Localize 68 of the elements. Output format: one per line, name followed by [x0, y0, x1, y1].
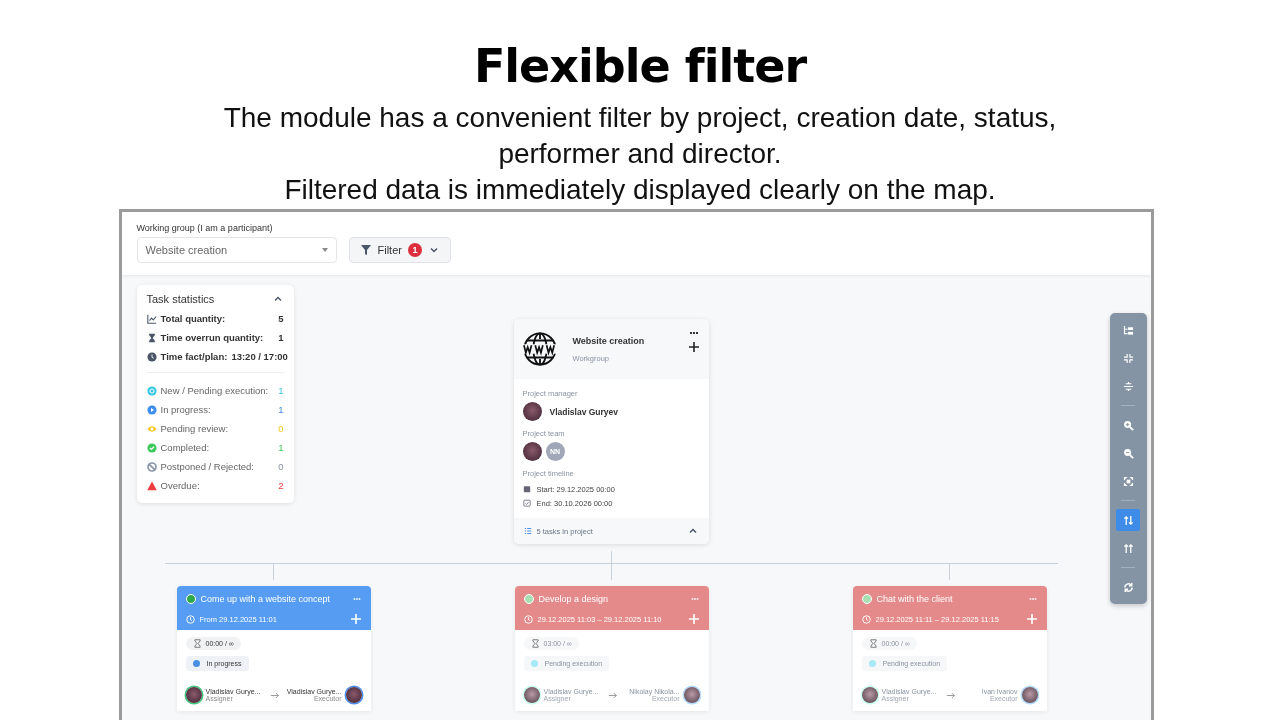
arrow-icon: [946, 691, 957, 699]
avatar: [523, 687, 540, 703]
status-count: 1: [278, 404, 284, 415]
task-title: Come up with a website concept: [200, 594, 332, 604]
working-group-select[interactable]: Website creation: [136, 237, 337, 263]
sort-down-icon: [1122, 514, 1134, 526]
description-text: Filtered data is immediately displayed clearly on the map.: [283, 173, 997, 207]
chart-icon: [146, 313, 157, 324]
calendar-icon: [522, 485, 531, 493]
status-count: 1: [278, 442, 284, 453]
status-count: 2: [278, 480, 284, 491]
avatar: [1021, 687, 1038, 703]
field-label: Working group (I am a participant): [136, 223, 274, 233]
hourglass-icon: [146, 332, 157, 343]
dropdown-icon: [321, 248, 328, 252]
count-badge: 1: [407, 243, 422, 257]
center-icon: [1122, 380, 1134, 392]
zoom-out-icon: [1122, 447, 1134, 459]
avatar: [345, 687, 362, 703]
filter-button[interactable]: Filter 1: [348, 237, 451, 263]
list-icon: [523, 527, 532, 535]
avatar: [683, 687, 700, 703]
arrow-icon: [270, 691, 281, 699]
sort-up-icon: [1122, 542, 1134, 554]
status-label: Completed:: [160, 442, 211, 453]
clock-icon: [146, 351, 157, 362]
status-count: 0: [278, 423, 284, 434]
stat-value: 1: [278, 332, 284, 343]
compress-icon: [1122, 352, 1134, 364]
arrow-icon: [608, 691, 619, 699]
stat-label: Total quantity:: [160, 313, 227, 324]
hourglass-icon: [530, 639, 540, 648]
clock-icon: [861, 614, 871, 624]
stat-label: Time fact/plan:: [160, 351, 228, 362]
hourglass-icon: [868, 639, 878, 648]
status-count: 0: [278, 461, 284, 472]
sort-down-button[interactable]: [1116, 509, 1140, 531]
status-label: New / Pending execution:: [160, 385, 270, 396]
www-globe-icon: [522, 332, 557, 366]
project-title: Website creation: [572, 335, 646, 346]
funnel-icon: [359, 244, 372, 256]
status-label: Pending review:: [160, 423, 230, 434]
fit-icon: [1122, 475, 1134, 487]
status-label: Postponed / Rejected:: [160, 461, 255, 472]
task-title: Develop a design: [538, 594, 610, 604]
clock-icon: [523, 614, 533, 624]
stat-value: 13:20 / 17:00: [231, 351, 288, 362]
plus-icon[interactable]: [687, 341, 700, 353]
avatar: [522, 402, 542, 421]
stat-label: Time overrun quantity:: [160, 332, 265, 343]
status-count: 1: [278, 385, 284, 396]
calendar-check-icon: [522, 499, 531, 507]
zoom-in-icon: [1122, 419, 1134, 431]
refresh-icon: [1122, 581, 1134, 593]
card-title: Task statistics: [146, 293, 215, 305]
task-title: Chat with the client: [876, 594, 954, 604]
clock-icon: [185, 614, 195, 624]
manager-name: Vladislav Guryev: [549, 406, 618, 417]
tree-icon: [1122, 324, 1134, 336]
status-label: Overdue:: [160, 480, 201, 491]
avatar: [861, 687, 878, 703]
avatar: [185, 687, 202, 703]
slide-title: Flexible filter: [473, 38, 807, 94]
stat-value: 5: [278, 313, 284, 324]
avatar: [522, 442, 542, 461]
hourglass-icon: [192, 639, 202, 648]
status-label: In progress:: [160, 404, 212, 415]
description-text: The module has a convenient filter by project, creation date, status, performer and director.: [222, 101, 1058, 171]
